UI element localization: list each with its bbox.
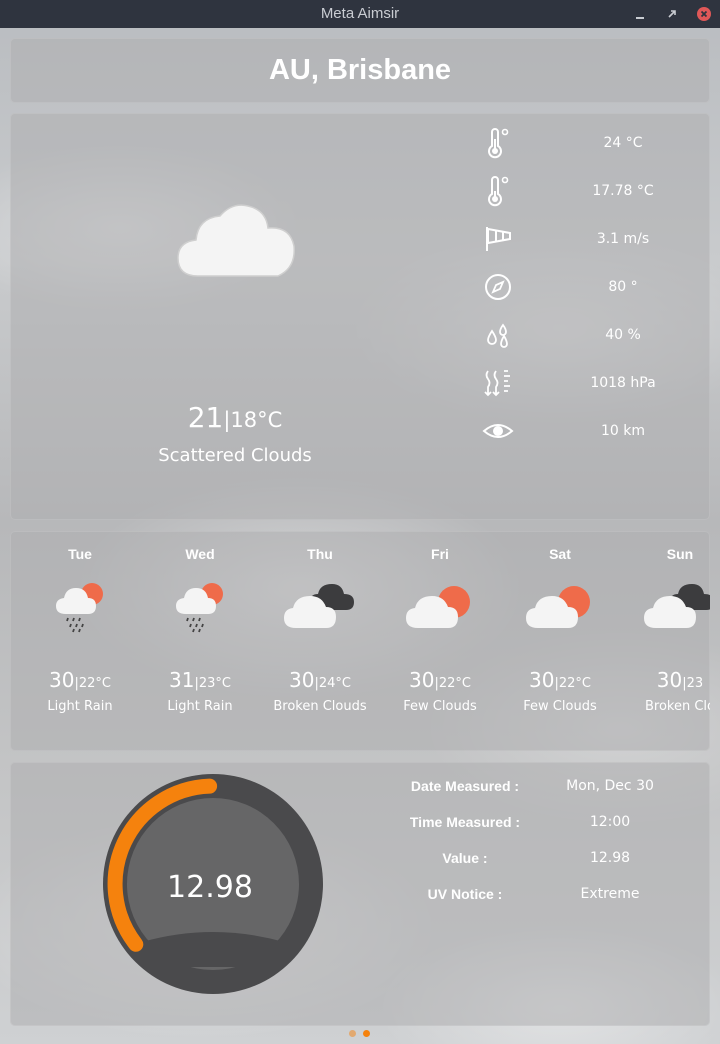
humidity-drops-icon — [487, 323, 508, 348]
broken-clouds-icon — [644, 584, 710, 628]
broken-clouds-icon — [284, 584, 354, 628]
current-temp-min: 18°C — [230, 408, 283, 432]
wind-direction-value: 80 ° — [608, 279, 638, 295]
pressure-icon — [484, 370, 510, 397]
forecast-temperature: 30|22°C — [20, 668, 140, 692]
forecast-description: Few Clouds — [403, 699, 477, 714]
pressure-value: 1018 hPa — [590, 375, 656, 391]
maximize-icon[interactable] — [665, 7, 679, 21]
current-temperature: 21|18°C — [10, 401, 460, 434]
forecast-description: Broken Clouds — [273, 699, 367, 714]
uv-gauge-base — [142, 932, 284, 967]
forecast-temp-min: 23 — [686, 676, 704, 691]
forecast-temperature: 30|22°C — [500, 668, 620, 692]
thermometer-icon — [488, 128, 509, 159]
forecast-temp-max: 30 — [409, 668, 435, 692]
forecast-temp-min: 22°C — [438, 676, 471, 691]
few-clouds-icon — [526, 586, 590, 628]
forecast-day-name: Sat — [549, 546, 571, 562]
compass-icon — [485, 274, 511, 300]
page-dot-active[interactable] — [363, 1030, 370, 1037]
scattered-clouds-icon — [177, 204, 295, 277]
visibility-eye-icon — [482, 424, 514, 438]
feels-like-thermometer-icon — [488, 176, 509, 207]
location-name: AU, Brisbane — [268, 54, 452, 86]
current-temp-max: 21 — [187, 401, 224, 434]
forecast-temp-min: 22°C — [78, 676, 111, 691]
location-header: AU, Brisbane — [10, 38, 710, 103]
date-measured-label: Date Measured : — [410, 778, 520, 794]
forecast-day-name: Thu — [307, 546, 333, 562]
forecast-day-name: Sun — [666, 546, 694, 562]
forecast-panel[interactable]: Tue 30|22°C Light Rain Wed 31|23°C Light… — [10, 531, 710, 751]
forecast-day-name: Tue — [68, 546, 92, 562]
forecast-description: Light Rain — [47, 699, 113, 714]
forecast-description: Light Rain — [167, 699, 233, 714]
forecast-temp-max: 30 — [289, 668, 315, 692]
uv-gauge-value: 12.98 — [167, 870, 253, 905]
current-weather-panel: 21|18°C Scattered Clouds 24 °C 17.78 °C … — [10, 113, 710, 520]
light-rain-icon — [176, 583, 223, 633]
window-titlebar[interactable]: Meta Aimsir — [0, 0, 720, 28]
current-description: Scattered Clouds — [158, 445, 312, 466]
page-indicator[interactable] — [0, 1030, 720, 1038]
forecast-day-name: Wed — [185, 546, 215, 562]
forecast-temperature: 30|22°C — [380, 668, 500, 692]
forecast-temperature: 30|24°C — [260, 668, 380, 692]
forecast-temp-min: 24°C — [318, 676, 351, 691]
forecast-temperature: 30|23 — [620, 668, 710, 692]
minimize-icon[interactable] — [633, 7, 647, 21]
forecast-description: Few Clouds — [523, 699, 597, 714]
temperature-value: 24 °C — [603, 135, 643, 151]
forecast-temp-min: 22°C — [558, 676, 591, 691]
wind-speed-value: 3.1 m/s — [596, 231, 650, 247]
time-measured-value: 12:00 — [589, 814, 631, 830]
forecast-temp-max: 31 — [169, 668, 195, 692]
forecast-temp-max: 30 — [529, 668, 555, 692]
uv-notice-value: Extreme — [580, 886, 640, 902]
window-title: Meta Aimsir — [320, 5, 400, 22]
visibility-value: 10 km — [600, 423, 645, 439]
date-measured-value: Mon, Dec 30 — [566, 778, 654, 794]
close-icon[interactable] — [697, 7, 711, 21]
humidity-value: 40 % — [605, 327, 641, 343]
page-dot[interactable] — [349, 1030, 356, 1037]
forecast-temperature: 31|23°C — [140, 668, 260, 692]
uv-notice-label: UV Notice : — [427, 886, 503, 902]
uv-value-label: Value : — [442, 850, 488, 866]
forecast-temp-max: 30 — [49, 668, 75, 692]
windsock-icon — [486, 227, 511, 251]
forecast-temp-min: 23°C — [198, 676, 231, 691]
light-rain-icon — [56, 583, 103, 633]
few-clouds-icon — [406, 586, 470, 628]
uv-index-panel: 12.98 Date Measured : Mon, Dec 30 Time M… — [10, 762, 710, 1026]
feels-like-value: 17.78 °C — [592, 183, 654, 199]
forecast-description: Broken Clo — [644, 699, 710, 714]
time-measured-label: Time Measured : — [409, 814, 521, 830]
uv-value: 12.98 — [589, 850, 631, 866]
forecast-temp-max: 30 — [656, 668, 683, 692]
forecast-day-name: Fri — [431, 546, 449, 562]
